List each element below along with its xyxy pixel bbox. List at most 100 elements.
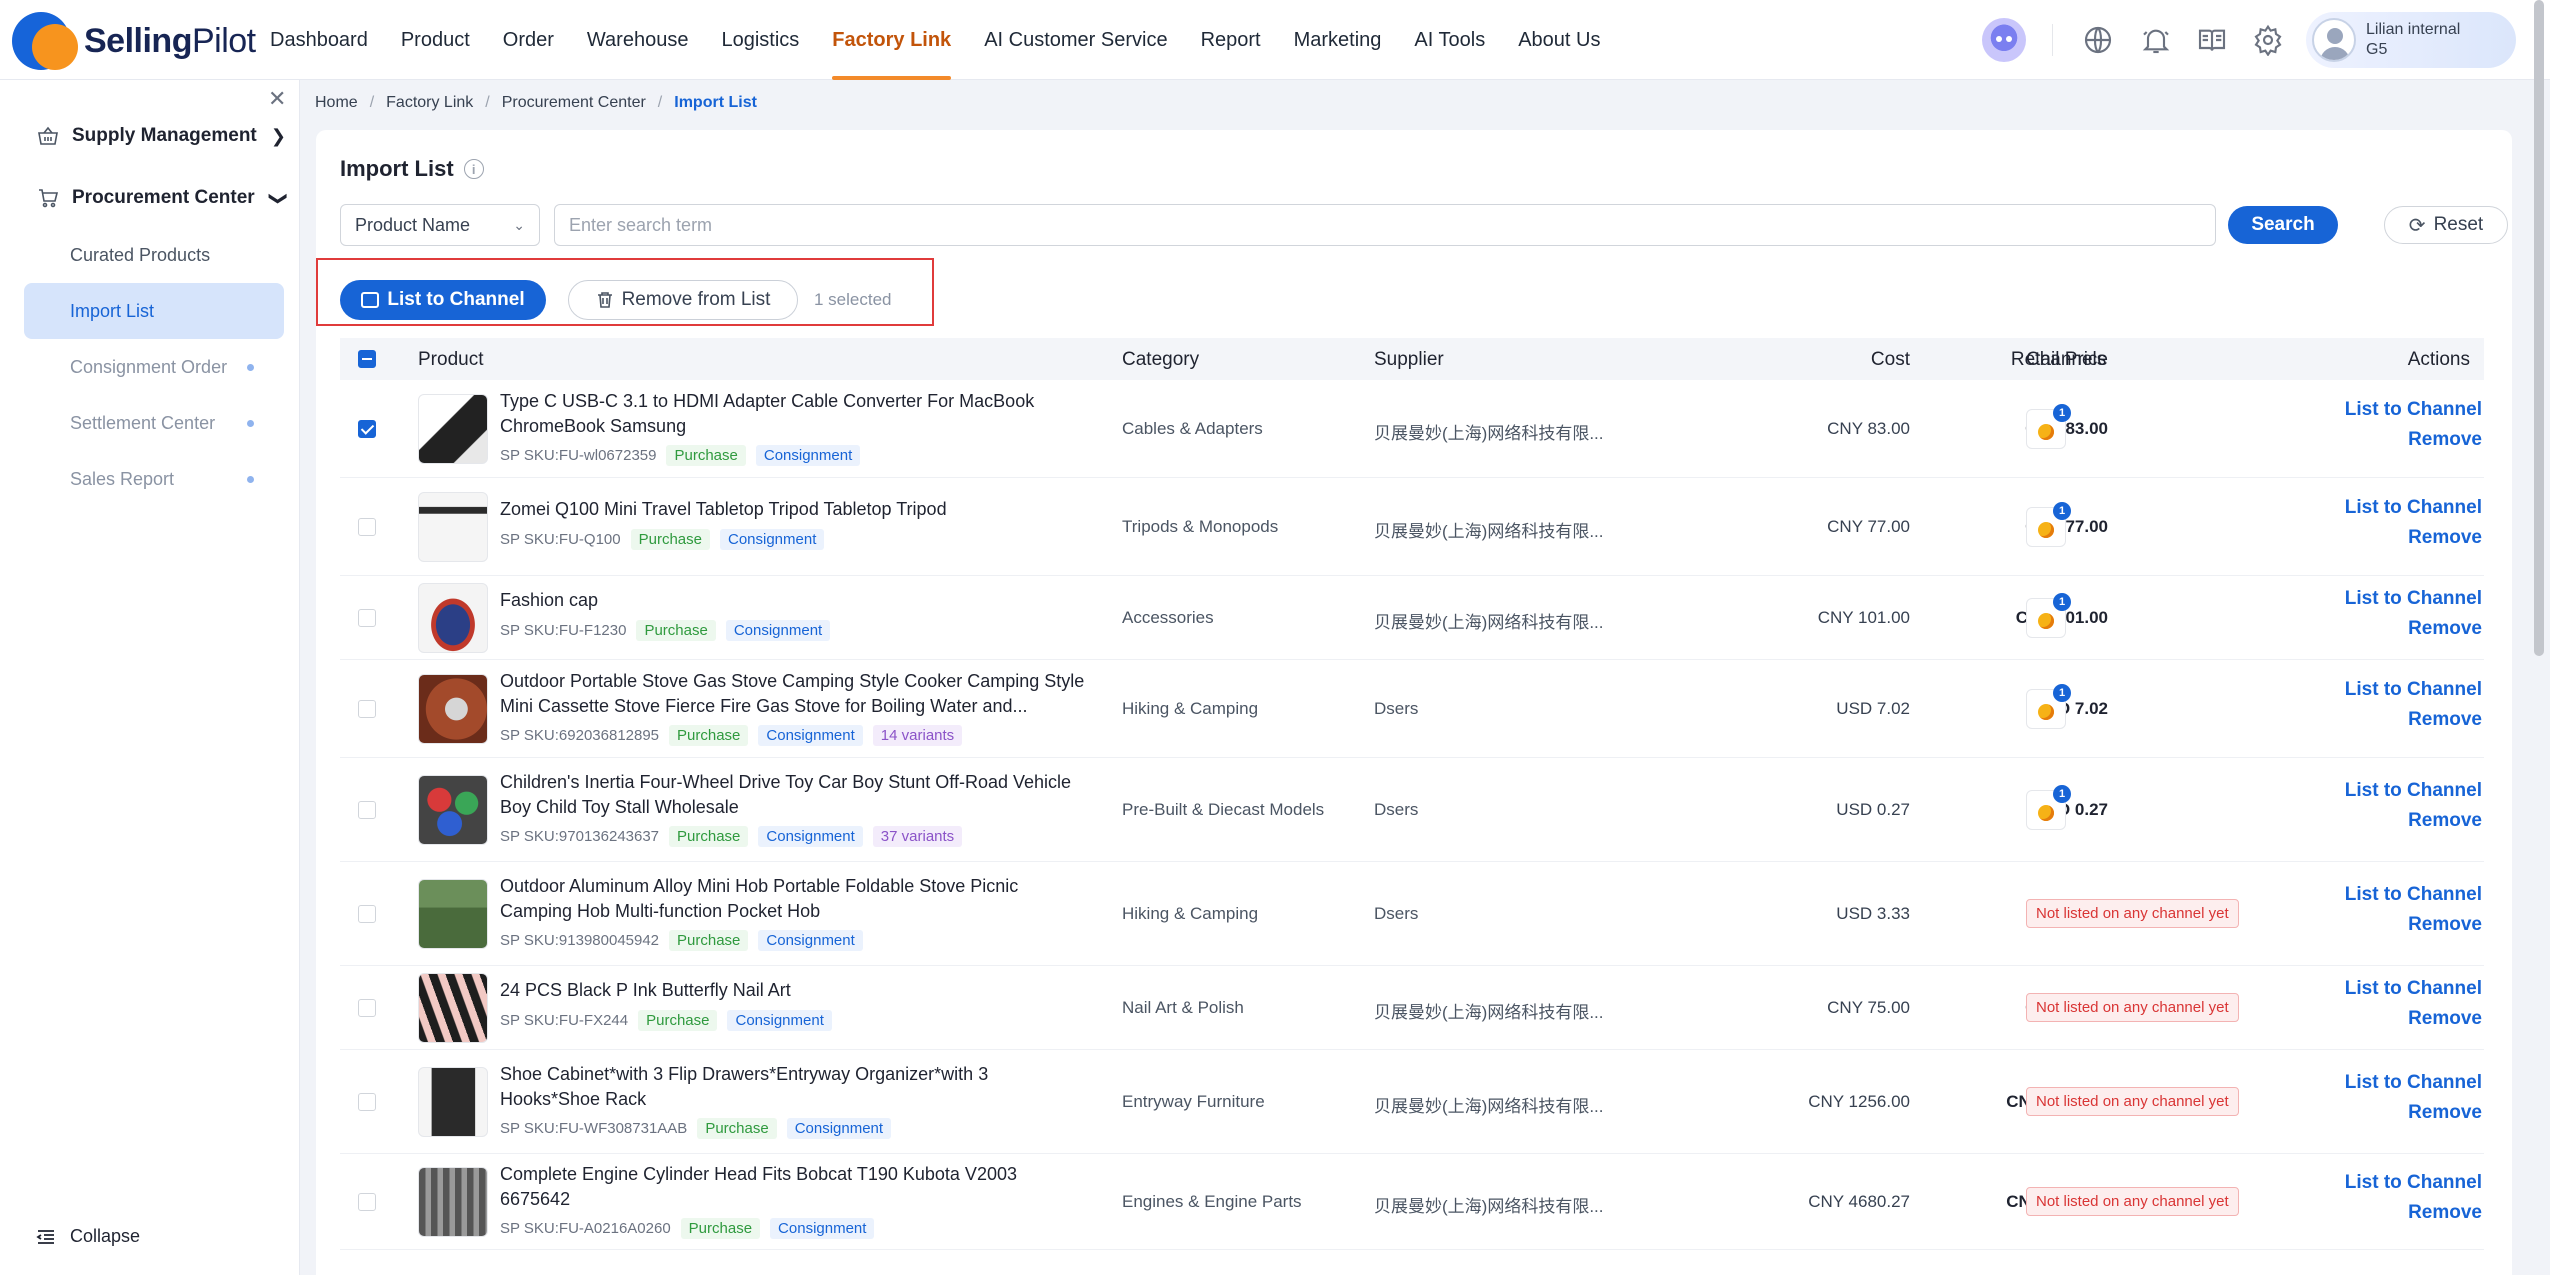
nav-item-marketing[interactable]: Marketing <box>1294 0 1382 80</box>
list-to-channel-link[interactable]: List to Channel <box>2345 497 2482 519</box>
sidebar-item-curated-products[interactable]: Curated Products <box>24 227 284 283</box>
sidebar-item-settlement-center[interactable]: Settlement Center <box>24 395 284 451</box>
nav-item-ai-customer-service[interactable]: AI Customer Service <box>984 0 1167 80</box>
nav-item-logistics[interactable]: Logistics <box>721 0 799 80</box>
list-to-channel-link[interactable]: List to Channel <box>2345 1072 2482 1094</box>
table-row[interactable]: Fashion cap SP SKU: FU-F1230 Purchase Consi… <box>340 576 2484 660</box>
row-checkbox[interactable] <box>358 700 376 718</box>
bell-icon[interactable] <box>2140 24 2172 56</box>
scrollbar-thumb[interactable] <box>2534 0 2544 656</box>
product-thumbnail[interactable] <box>418 492 488 562</box>
nav-item-product[interactable]: Product <box>401 0 470 80</box>
table-row[interactable]: Children's Inertia Four-Wheel Drive Toy … <box>340 758 2484 862</box>
nav-item-about-us[interactable]: About Us <box>1518 0 1600 80</box>
product-name[interactable]: Complete Engine Cylinder Head Fits Bobca… <box>500 1162 1090 1212</box>
sidebar-group-procurement-center[interactable]: Procurement Center ❯ <box>36 180 289 216</box>
list-to-channel-link[interactable]: List to Channel <box>2345 1172 2482 1194</box>
sidebar-item-consignment-order[interactable]: Consignment Order <box>24 339 284 395</box>
table-row[interactable]: Complete Engine Cylinder Head Fits Bobca… <box>340 1154 2484 1250</box>
product-name[interactable]: Fashion cap <box>500 588 1090 613</box>
row-checkbox[interactable] <box>358 1193 376 1211</box>
tag-variants[interactable]: 37 variants <box>872 826 963 847</box>
remove-link[interactable]: Remove <box>2408 618 2482 640</box>
remove-link[interactable]: Remove <box>2408 1202 2482 1224</box>
book-icon[interactable] <box>2196 24 2228 56</box>
remove-link[interactable]: Remove <box>2408 1008 2482 1030</box>
channel-badge[interactable]: 1 <box>2026 593 2071 638</box>
close-icon[interactable]: ✕ <box>268 86 286 112</box>
list-to-channel-link[interactable]: List to Channel <box>2345 399 2482 421</box>
row-checkbox[interactable] <box>358 420 376 438</box>
product-thumbnail[interactable] <box>418 583 488 653</box>
nav-item-warehouse[interactable]: Warehouse <box>587 0 689 80</box>
product-thumbnail[interactable] <box>418 1167 488 1237</box>
channel-badge[interactable]: 1 <box>2026 684 2071 729</box>
remove-link[interactable]: Remove <box>2408 1102 2482 1124</box>
channel-badge[interactable]: 1 <box>2026 785 2071 830</box>
breadcrumb-home[interactable]: Home <box>315 94 358 112</box>
row-checkbox[interactable] <box>358 518 376 536</box>
channel-badge[interactable]: 1 <box>2026 404 2071 449</box>
product-name[interactable]: Zomei Q100 Mini Travel Tabletop Tripod T… <box>500 497 1090 522</box>
product-name[interactable]: Outdoor Aluminum Alloy Mini Hob Portable… <box>500 874 1090 924</box>
product-name[interactable]: 24 PCS Black P Ink Butterfly Nail Art <box>500 978 1090 1003</box>
list-to-channel-link[interactable]: List to Channel <box>2345 780 2482 802</box>
select-all-checkbox[interactable] <box>358 350 376 368</box>
list-to-channel-link[interactable]: List to Channel <box>2345 588 2482 610</box>
table-row[interactable]: Type C USB-C 3.1 to HDMI Adapter Cable C… <box>340 380 2484 478</box>
remove-from-list-button[interactable]: Remove from List <box>568 280 798 320</box>
row-checkbox[interactable] <box>358 801 376 819</box>
nav-item-dashboard[interactable]: Dashboard <box>270 0 368 80</box>
table-row[interactable]: Zomei Q100 Mini Travel Tabletop Tripod T… <box>340 478 2484 576</box>
product-thumbnail[interactable] <box>418 973 488 1043</box>
list-to-channel-link[interactable]: List to Channel <box>2345 679 2482 701</box>
table-row[interactable]: Shoe Cabinet*with 3 Flip Drawers*Entrywa… <box>340 1050 2484 1154</box>
row-checkbox[interactable] <box>358 609 376 627</box>
gear-icon[interactable] <box>2252 24 2284 56</box>
nav-item-order[interactable]: Order <box>503 0 554 80</box>
table-row[interactable]: Outdoor Portable Stove Gas Stove Camping… <box>340 660 2484 758</box>
table-row[interactable]: 24 PCS Black P Ink Butterfly Nail Art SP … <box>340 966 2484 1050</box>
sidebar-item-sales-report[interactable]: Sales Report <box>24 451 284 507</box>
nav-item-report[interactable]: Report <box>1201 0 1261 80</box>
collapse-sidebar-button[interactable]: Collapse <box>36 1226 140 1247</box>
search-input[interactable] <box>554 204 2216 246</box>
list-to-channel-link[interactable]: List to Channel <box>2345 978 2482 1000</box>
product-thumbnail[interactable] <box>418 674 488 744</box>
row-checkbox[interactable] <box>358 905 376 923</box>
reset-button[interactable]: ⟳ Reset <box>2384 206 2508 244</box>
product-name[interactable]: Shoe Cabinet*with 3 Flip Drawers*Entrywa… <box>500 1062 1090 1112</box>
channel-badge[interactable]: 1 <box>2026 502 2071 547</box>
breadcrumb-procurement-center[interactable]: Procurement Center <box>502 94 646 112</box>
breadcrumb-factory-link[interactable]: Factory Link <box>386 94 473 112</box>
product-name[interactable]: Outdoor Portable Stove Gas Stove Camping… <box>500 669 1090 719</box>
user-menu[interactable]: Lilian internal G5 <box>2306 12 2516 68</box>
list-to-channel-button[interactable]: List to Channel <box>340 280 546 320</box>
remove-link[interactable]: Remove <box>2408 429 2482 451</box>
product-thumbnail[interactable] <box>418 775 488 845</box>
sidebar-group-supply-management[interactable]: Supply Management ❯ <box>36 118 286 154</box>
product-name[interactable]: Children's Inertia Four-Wheel Drive Toy … <box>500 770 1090 820</box>
remove-link[interactable]: Remove <box>2408 709 2482 731</box>
info-icon[interactable]: i <box>463 159 484 179</box>
remove-link[interactable]: Remove <box>2408 527 2482 549</box>
remove-link[interactable]: Remove <box>2408 914 2482 936</box>
ai-assistant-icon[interactable] <box>1982 18 2026 62</box>
brand-logo[interactable]: SellingPilot <box>12 12 256 70</box>
row-checkbox[interactable] <box>358 1093 376 1111</box>
tag-variants[interactable]: 14 variants <box>872 725 963 746</box>
list-to-channel-link[interactable]: List to Channel <box>2345 884 2482 906</box>
nav-item-ai-tools[interactable]: AI Tools <box>1414 0 1485 80</box>
remove-link[interactable]: Remove <box>2408 810 2482 832</box>
globe-icon[interactable] <box>2082 24 2114 56</box>
filter-field-select[interactable]: Product Name ⌄ <box>340 204 540 246</box>
table-row[interactable]: Outdoor Aluminum Alloy Mini Hob Portable… <box>340 862 2484 966</box>
product-thumbnail[interactable] <box>418 1067 488 1137</box>
product-name[interactable]: Type C USB-C 3.1 to HDMI Adapter Cable C… <box>500 389 1090 439</box>
nav-item-factory-link[interactable]: Factory Link <box>832 0 951 80</box>
search-button[interactable]: Search <box>2228 206 2338 244</box>
product-thumbnail[interactable] <box>418 879 488 949</box>
row-checkbox[interactable] <box>358 999 376 1017</box>
product-thumbnail[interactable] <box>418 394 488 464</box>
sidebar-item-import-list[interactable]: Import List <box>24 283 284 339</box>
